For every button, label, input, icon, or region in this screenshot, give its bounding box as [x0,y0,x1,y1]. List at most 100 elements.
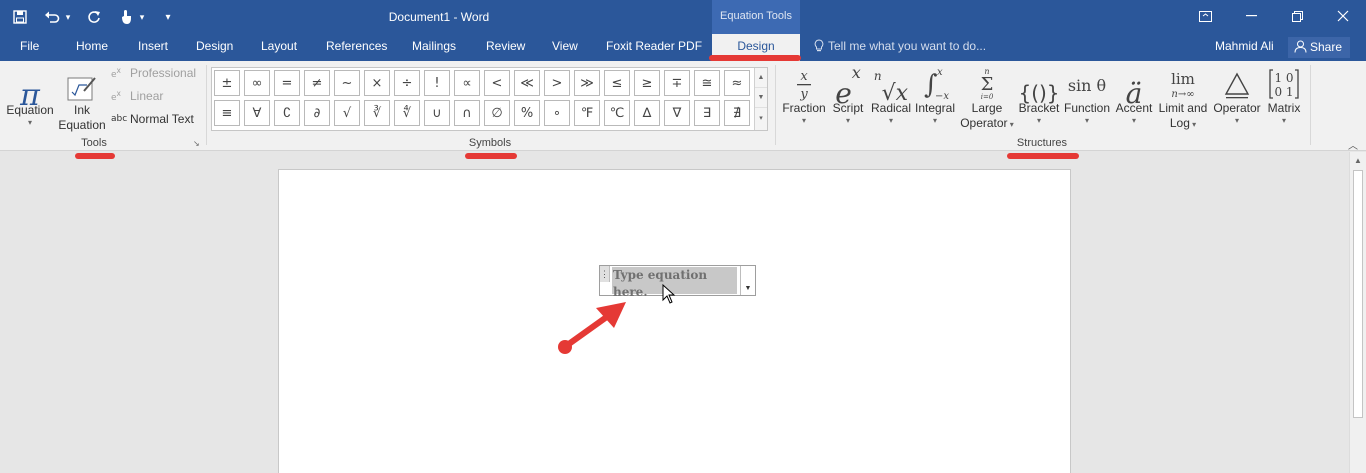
symbol-button[interactable]: ≪ [514,70,540,96]
large-operator-button[interactable]: n Σi=0 Large Operator ▾ [956,63,1018,131]
symbol-button[interactable]: ∩ [454,100,480,126]
fraction-button[interactable]: xy Fraction ▾ [779,63,829,126]
gallery-down-icon[interactable]: ▼ [755,88,767,108]
linear-button[interactable]: ex Linear [111,89,163,103]
function-label: Function [1063,101,1111,115]
symbol-button[interactable]: ≡ [214,100,240,126]
symbol-button[interactable]: ∇ [664,100,690,126]
symbol-button[interactable]: ∃ [694,100,720,126]
equation-label: Equation [6,103,54,117]
gallery-scroll: ▲ ▼ ▾ [754,68,767,130]
symbol-button[interactable]: ∞ [244,70,270,96]
symbol-button[interactable]: × [364,70,390,96]
symbol-button[interactable]: ∄ [724,100,750,126]
chevron-down-icon: ▾ [801,116,806,125]
gallery-more-icon[interactable]: ▾ [755,108,767,128]
symbol-button[interactable]: ≅ [694,70,720,96]
symbol-button[interactable]: ∓ [664,70,690,96]
symbol-button[interactable]: ℉ [574,100,600,126]
tools-group-label: Tools [81,137,107,149]
tab-foxit-reader-pdf[interactable]: Foxit Reader PDF [606,34,702,61]
symbol-button[interactable]: ∛ [364,100,390,126]
professional-button[interactable]: ex Professional [111,66,196,80]
tell-me-search[interactable]: Tell me what you want to do... [814,34,986,61]
document-title: Document1 - Word [388,10,490,24]
close-icon[interactable] [1320,0,1366,32]
symbols-gallery: ± ∞ = ≠ ~ × ÷! ∝ < ≪ > ≫ ≤ ≥ ∓ ≅ ≈ ≡ ∀ ∁ ∂ √ ∛ ∜ ∪ ∩ ∅% ∘ ℉ ℃ ∆ ∇ ∃ ∄ ▲ ▼… [211,67,768,131]
script-button[interactable]: ex Script ▾ [826,63,870,126]
function-icon: sin θ [1067,76,1107,95]
tab-file[interactable]: File [20,34,39,61]
symbol-button[interactable]: ! [424,70,450,96]
symbol-button[interactable]: ≥ [634,70,660,96]
symbol-button[interactable]: ∝ [454,70,480,96]
lightbulb-icon [814,39,824,52]
symbol-button[interactable]: ÷ [394,70,420,96]
limit-and-log-button[interactable]: lim n→∞ Limit and Log ▾ [1154,63,1212,131]
svg-text:1 0: 1 0 [1274,71,1293,85]
symbol-button[interactable]: ≫ [574,70,600,96]
gallery-up-icon[interactable]: ▲ [755,68,767,88]
operator-icon [1210,63,1264,101]
bracket-button[interactable]: {()} Bracket ▾ [1016,63,1062,126]
tab-view[interactable]: View [552,34,578,61]
matrix-button[interactable]: 1 00 1 Matrix ▾ [1260,63,1308,126]
symbol-button[interactable]: ≤ [604,70,630,96]
symbol-button[interactable]: ≈ [724,70,750,96]
accent-button[interactable]: ä Accent ▾ [1112,63,1156,126]
document-page[interactable] [278,169,1071,473]
integral-button[interactable]: ∫ x −x Integral ▾ [912,63,958,126]
dialog-launcher-icon[interactable]: ↘ [193,139,200,148]
equation-options-dropdown-icon[interactable]: ▼ [740,266,755,295]
tab-design[interactable]: Design [196,34,233,61]
symbol-button[interactable]: ∀ [244,100,270,126]
symbol-button[interactable]: = [274,70,300,96]
user-name[interactable]: Mahmid Ali [1215,34,1274,61]
symbol-button[interactable]: ∜ [394,100,420,126]
symbol-button[interactable]: < [484,70,510,96]
symbol-button[interactable]: > [544,70,570,96]
restore-icon[interactable] [1274,0,1320,32]
chevron-down-icon: ▾ [1281,116,1286,125]
chevron-down-icon: ▾ [888,116,893,125]
ribbon-display-options-icon[interactable] [1182,0,1228,32]
linear-label: Linear [130,89,164,103]
chevron-down-icon: ▾ [1234,116,1239,125]
symbol-button[interactable]: ℃ [604,100,630,126]
vertical-scrollbar[interactable]: ▲ [1349,152,1366,473]
collapse-ribbon-icon[interactable]: ︿ [1348,137,1358,152]
symbol-button[interactable]: ∂ [304,100,330,126]
group-separator [206,65,207,145]
equation-drag-handle-icon[interactable]: ⋮ [600,266,610,282]
symbol-button[interactable]: ∆ [634,100,660,126]
tab-layout[interactable]: Layout [261,34,297,61]
symbol-button[interactable]: ± [214,70,240,96]
tab-insert[interactable]: Insert [138,34,168,61]
tab-equation-design[interactable]: Design [712,34,800,61]
symbol-button[interactable]: ≠ [304,70,330,96]
symbol-button[interactable]: ∅ [484,100,510,126]
radical-button[interactable]: n √x Radical ▾ [868,63,914,126]
operator-button[interactable]: Operator ▾ [1210,63,1264,126]
tab-references[interactable]: References [326,34,387,61]
function-button[interactable]: sin θ Function ▾ [1060,63,1114,126]
ribbon-tab-row: File Home Insert Design Layout Reference… [0,34,1366,61]
symbol-button[interactable]: √ [334,100,360,126]
tab-mailings[interactable]: Mailings [412,34,456,61]
normal-text-button[interactable]: abc Normal Text [111,112,194,126]
symbol-button[interactable]: ∘ [544,100,570,126]
share-button[interactable]: Share [1288,37,1350,58]
equation-button[interactable]: π Equation ▾ [2,65,58,128]
scroll-up-icon[interactable]: ▲ [1350,152,1366,168]
symbol-button[interactable]: ~ [334,70,360,96]
symbol-button[interactable]: ∪ [424,100,450,126]
tab-review[interactable]: Review [486,34,525,61]
symbol-button[interactable]: ∁ [274,100,300,126]
tab-home[interactable]: Home [76,34,108,61]
minimize-icon[interactable] [1228,0,1274,32]
ink-equation-button[interactable]: Ink Equation [56,65,108,133]
equation-container[interactable]: ⋮ Type equation here. ▼ [599,265,756,299]
symbol-button[interactable]: % [514,100,540,126]
scrollbar-thumb[interactable] [1353,170,1363,418]
equation-input[interactable]: Type equation here. [612,267,737,299]
